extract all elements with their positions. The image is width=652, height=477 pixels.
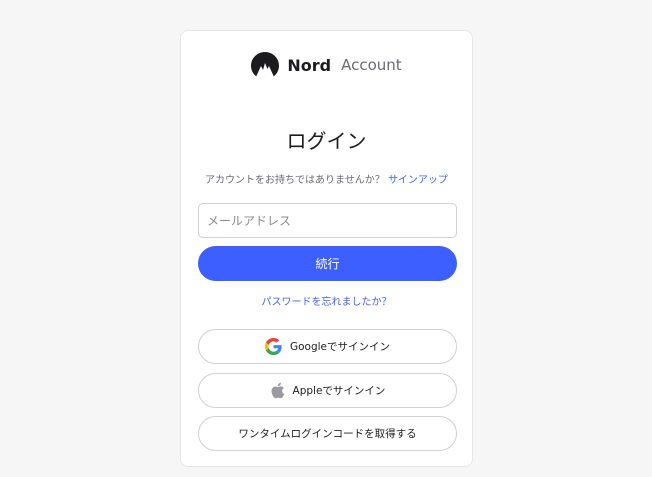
page-title: ログイン — [286, 129, 367, 153]
forgot-password-link[interactable]: パスワードを忘れましたか？ — [181, 293, 472, 308]
signup-row: アカウントをお持ちではありませんか？ サインアップ — [181, 171, 472, 186]
email-input[interactable] — [198, 203, 457, 238]
signup-link[interactable]: サインアップ — [388, 175, 448, 186]
one-time-code-button[interactable]: ワンタイムログインコードを取得する — [198, 416, 457, 451]
apple-icon — [271, 382, 284, 399]
login-card: Nord Account ログイン アカウントをお持ちではありませんか？ サイン… — [180, 30, 473, 467]
logo-brand-text: Nord — [287, 55, 332, 75]
nord-account-logo: Nord Account — [181, 52, 472, 78]
continue-button[interactable]: 続行 — [198, 246, 457, 281]
google-signin-label: Googleでサインイン — [289, 341, 391, 353]
signup-prompt: アカウントをお持ちではありませんか？ — [205, 175, 385, 186]
apple-signin-label: Appleでサインイン — [292, 385, 386, 397]
one-time-code-label: ワンタイムログインコードを取得する — [238, 428, 417, 440]
google-icon — [264, 338, 282, 355]
google-signin-button[interactable]: Googleでサインイン — [198, 329, 457, 364]
logo-product-text: Account — [341, 56, 402, 74]
apple-signin-button[interactable]: Appleでサインイン — [198, 373, 457, 408]
nord-logo-icon — [251, 52, 280, 77]
